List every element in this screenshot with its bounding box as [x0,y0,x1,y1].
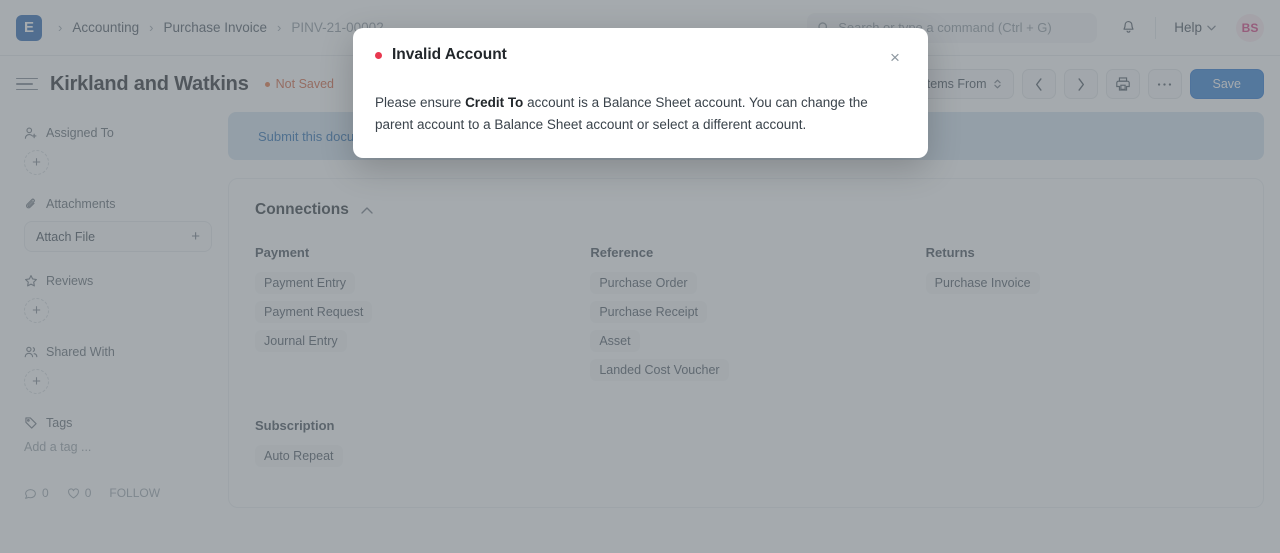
dialog-header: Invalid Account × [375,46,906,68]
error-indicator-icon [375,51,382,59]
message-field-name: Credit To [465,95,524,110]
close-icon[interactable]: × [884,46,906,68]
invalid-account-dialog: Invalid Account × Please ensure Credit T… [353,28,928,158]
dialog-title-wrap: Invalid Account [375,46,507,64]
dialog-title: Invalid Account [392,46,507,63]
message-part-before: Please ensure [375,95,466,110]
dialog-message: Please ensure Credit To account is a Bal… [375,92,906,136]
